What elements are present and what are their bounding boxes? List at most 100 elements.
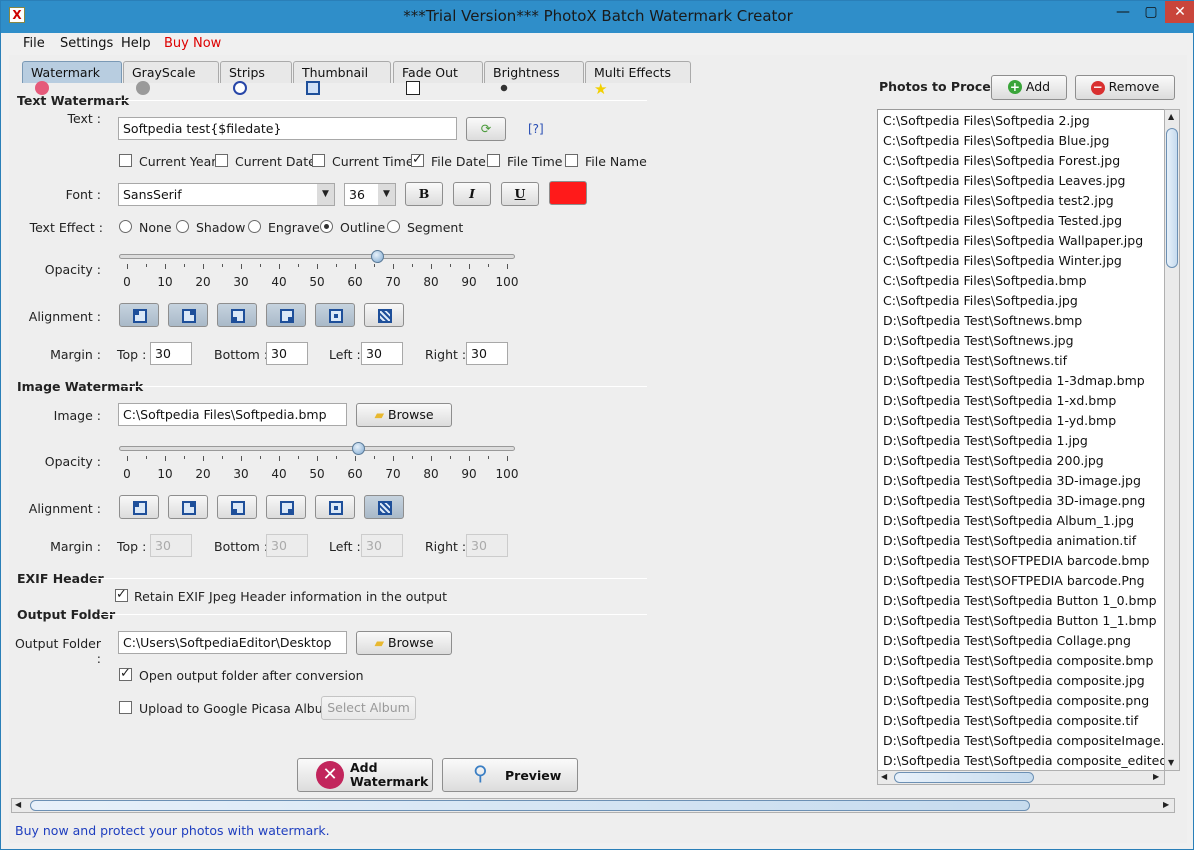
color-picker-button[interactable] xyxy=(549,181,587,205)
list-item[interactable]: C:\Softpedia Files\Softpedia.bmp xyxy=(883,273,1087,288)
list-item[interactable]: D:\Softpedia Test\Softpedia Album_1.jpg xyxy=(883,513,1134,528)
align-bottom-left-button[interactable] xyxy=(217,495,257,519)
open-output-checkbox[interactable] xyxy=(119,666,132,681)
preview-button[interactable]: ⚲ Preview xyxy=(442,758,578,792)
scroll-left-icon[interactable]: ◀ xyxy=(15,800,21,809)
align-center-button[interactable] xyxy=(315,495,355,519)
menu-file[interactable]: File xyxy=(23,36,45,51)
effect-outline-radio[interactable] xyxy=(320,220,333,233)
list-item[interactable]: D:\Softpedia Test\Softpedia animation.ti… xyxy=(883,533,1136,548)
photo-list-horizontal-scrollbar[interactable]: ◀ ▶ xyxy=(877,770,1165,785)
list-item[interactable]: D:\Softpedia Test\Softpedia 1-yd.bmp xyxy=(883,413,1116,428)
align-bottom-left-button[interactable] xyxy=(217,303,257,327)
image-opacity-slider-thumb[interactable] xyxy=(351,442,365,455)
current-year-checkbox[interactable] xyxy=(119,154,132,167)
align-bottom-right-button[interactable] xyxy=(266,495,306,519)
help-link[interactable]: [?] xyxy=(528,122,544,136)
list-item[interactable]: D:\Softpedia Test\Softpedia compositeIma… xyxy=(883,733,1164,748)
main-horizontal-scrollbar[interactable]: ◀ ▶ xyxy=(11,798,1175,813)
tab-strips[interactable]: Strips xyxy=(220,61,292,95)
font-select[interactable]: SansSerif xyxy=(118,183,335,206)
list-item[interactable]: D:\Softpedia Test\Softpedia 3D-image.png xyxy=(883,493,1145,508)
maximize-button[interactable]: ▢ xyxy=(1137,1,1165,23)
list-item[interactable]: D:\Softpedia Test\Softpedia Collage.png xyxy=(883,633,1131,648)
output-folder-input[interactable]: C:\Users\SoftpediaEditor\Desktop xyxy=(118,631,347,654)
text-opacity-slider-thumb[interactable] xyxy=(370,250,384,263)
text-opacity-slider[interactable] xyxy=(119,254,515,259)
scrollbar-thumb[interactable] xyxy=(30,800,1030,811)
align-top-right-button[interactable] xyxy=(168,495,208,519)
tab-thumbnail[interactable]: Thumbnail xyxy=(293,61,391,95)
list-item[interactable]: C:\Softpedia Files\Softpedia Wallpaper.j… xyxy=(883,233,1143,248)
insert-variable-button[interactable]: ⟳ xyxy=(466,117,506,141)
tab-fade-out[interactable]: Fade Out xyxy=(393,61,483,95)
tab-grayscale[interactable]: GrayScale xyxy=(123,61,219,95)
photo-list[interactable]: C:\Softpedia Files\Softpedia 2.jpg C:\Sof… xyxy=(877,109,1165,771)
output-browse-button[interactable]: ▰ Browse xyxy=(356,631,452,655)
align-center-button[interactable] xyxy=(315,303,355,327)
chevron-down-icon[interactable]: ▼ xyxy=(378,184,395,205)
image-browse-button[interactable]: ▰ Browse xyxy=(356,403,452,427)
list-item[interactable]: D:\Softpedia Test\Softpedia composite.bm… xyxy=(883,653,1153,668)
list-item[interactable]: C:\Softpedia Files\Softpedia Forest.jpg xyxy=(883,153,1120,168)
image-margin-left-input[interactable]: 30 xyxy=(361,534,403,557)
list-item[interactable]: C:\Softpedia Files\Softpedia Blue.jpg xyxy=(883,133,1109,148)
tab-multi-effects[interactable]: Multi Effects ★ xyxy=(585,61,691,98)
list-item[interactable]: D:\Softpedia Test\Softpedia composite.pn… xyxy=(883,693,1149,708)
add-photos-button[interactable]: + Add xyxy=(991,75,1067,100)
scrollbar-thumb[interactable] xyxy=(1166,128,1178,268)
menu-settings[interactable]: Settings xyxy=(60,36,113,51)
list-item[interactable]: C:\Softpedia Files\Softpedia Leaves.jpg xyxy=(883,173,1125,188)
list-item[interactable]: D:\Softpedia Test\Softnews.bmp xyxy=(883,313,1082,328)
align-top-right-button[interactable] xyxy=(168,303,208,327)
image-margin-bottom-input[interactable]: 30 xyxy=(266,534,308,557)
list-item[interactable]: C:\Softpedia Files\Softpedia test2.jpg xyxy=(883,193,1114,208)
scroll-left-icon[interactable]: ◀ xyxy=(881,772,887,781)
menu-buy-now[interactable]: Buy Now xyxy=(164,36,221,51)
list-item[interactable]: C:\Softpedia Files\Softpedia.jpg xyxy=(883,293,1078,308)
list-item[interactable]: D:\Softpedia Test\Softnews.tif xyxy=(883,353,1067,368)
list-item[interactable]: D:\Softpedia Test\Softpedia Button 1_0.b… xyxy=(883,593,1157,608)
effect-shadow-radio[interactable] xyxy=(176,220,189,233)
underline-button[interactable]: U xyxy=(501,182,539,206)
effect-segment-radio[interactable] xyxy=(387,220,400,233)
image-path-input[interactable]: C:\Softpedia Files\Softpedia.bmp xyxy=(118,403,347,426)
close-button[interactable]: ✕ xyxy=(1165,1,1194,23)
file-time-checkbox[interactable] xyxy=(487,154,500,167)
list-item[interactable]: D:\Softpedia Test\Softpedia composite.jp… xyxy=(883,673,1145,688)
list-item[interactable]: D:\Softpedia Test\Softpedia 3D-image.jpg xyxy=(883,473,1141,488)
select-album-button[interactable]: Select Album xyxy=(321,696,416,720)
image-margin-top-input[interactable]: 30 xyxy=(150,534,192,557)
align-tile-button[interactable] xyxy=(364,303,404,327)
chevron-down-icon[interactable]: ▼ xyxy=(317,184,334,205)
margin-left-input[interactable]: 30 xyxy=(361,342,403,365)
scroll-right-icon[interactable]: ▶ xyxy=(1163,800,1169,809)
current-time-checkbox[interactable] xyxy=(312,154,325,167)
margin-top-input[interactable]: 30 xyxy=(150,342,192,365)
margin-right-input[interactable]: 30 xyxy=(466,342,508,365)
current-date-checkbox[interactable] xyxy=(215,154,228,167)
upload-picasa-checkbox[interactable] xyxy=(119,701,132,714)
add-watermark-button[interactable]: ✕ Add Watermark xyxy=(297,758,433,792)
align-top-left-button[interactable] xyxy=(119,495,159,519)
list-item[interactable]: C:\Softpedia Files\Softpedia Winter.jpg xyxy=(883,253,1122,268)
align-bottom-right-button[interactable] xyxy=(266,303,306,327)
list-item[interactable]: D:\Softpedia Test\SOFTPEDIA barcode.Png xyxy=(883,573,1145,588)
list-item[interactable]: D:\Softpedia Test\SOFTPEDIA barcode.bmp xyxy=(883,553,1149,568)
tab-watermark[interactable]: Watermark xyxy=(22,61,122,95)
list-item[interactable]: C:\Softpedia Files\Softpedia Tested.jpg xyxy=(883,213,1122,228)
remove-photos-button[interactable]: − Remove xyxy=(1075,75,1175,100)
list-item[interactable]: D:\Softpedia Test\Softpedia 1-3dmap.bmp xyxy=(883,373,1145,388)
scroll-down-icon[interactable]: ▼ xyxy=(1168,758,1174,767)
minimize-button[interactable]: — xyxy=(1109,1,1137,23)
list-item[interactable]: D:\Softpedia Test\Softnews.jpg xyxy=(883,333,1074,348)
image-margin-right-input[interactable]: 30 xyxy=(466,534,508,557)
retain-exif-checkbox[interactable] xyxy=(115,587,128,602)
list-item[interactable]: D:\Softpedia Test\Softpedia 1-xd.bmp xyxy=(883,393,1116,408)
watermark-text-input[interactable]: Softpedia test{$filedate} xyxy=(118,117,457,140)
list-item[interactable]: D:\Softpedia Test\Softpedia composite.ti… xyxy=(883,713,1138,728)
list-item[interactable]: C:\Softpedia Files\Softpedia 2.jpg xyxy=(883,113,1090,128)
file-name-checkbox[interactable] xyxy=(565,154,578,167)
list-item[interactable]: D:\Softpedia Test\Softpedia Button 1_1.b… xyxy=(883,613,1157,628)
margin-bottom-input[interactable]: 30 xyxy=(266,342,308,365)
